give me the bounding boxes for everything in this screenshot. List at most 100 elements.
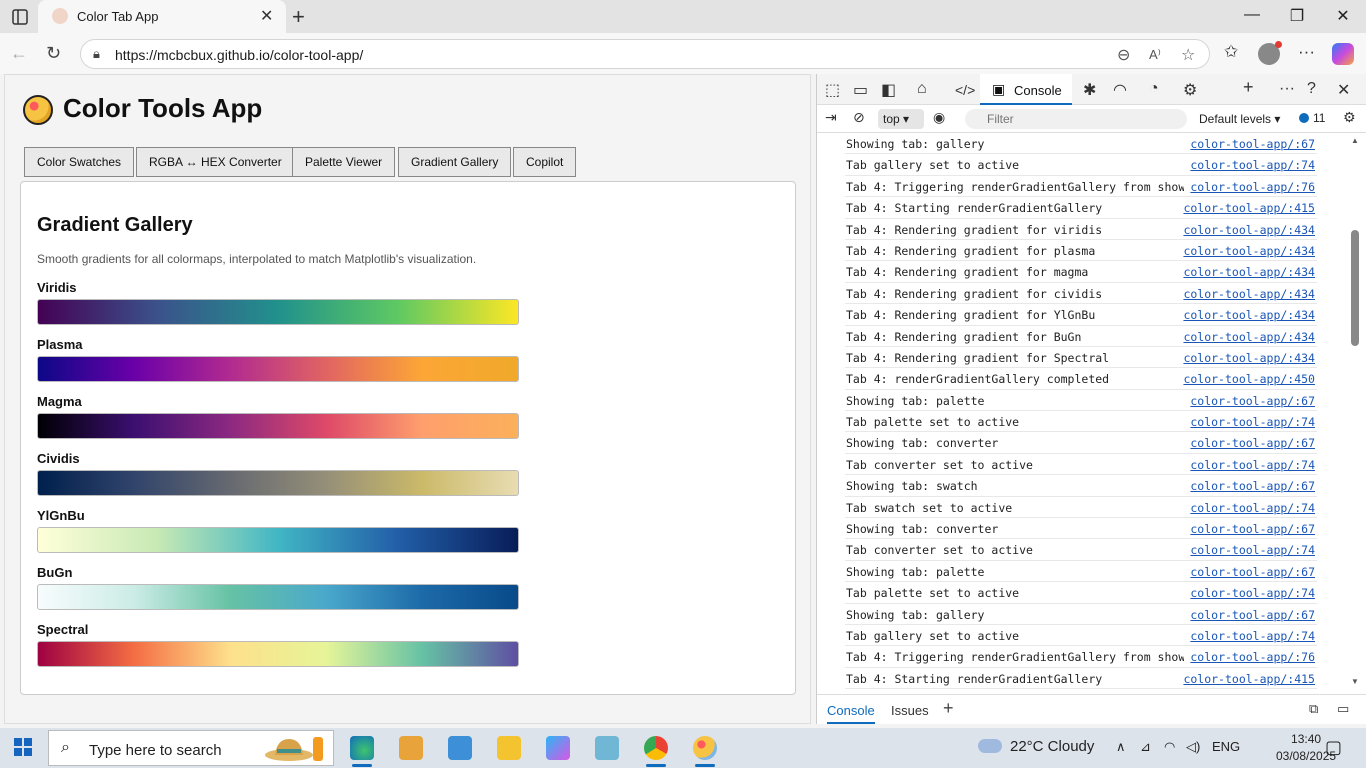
live-expression-eye-icon[interactable]: ◉ (933, 109, 945, 126)
tab-copilot[interactable]: Copilot (513, 147, 577, 177)
log-source-link[interactable]: color-tool-app/:67 (1184, 137, 1315, 151)
scrollbar-thumb[interactable] (1351, 230, 1359, 346)
url-text[interactable]: https://mcbcbux.github.io/color-tool-app… (115, 47, 363, 63)
scroll-up-icon[interactable]: ▲ (1351, 136, 1359, 145)
profile-avatar[interactable] (1258, 41, 1282, 65)
log-source-link[interactable]: color-tool-app/:67 (1184, 393, 1315, 408)
close-devtools-icon[interactable]: ✕ (1337, 80, 1350, 100)
log-source-link[interactable]: color-tool-app/:450 (1177, 372, 1315, 387)
log-source-link[interactable]: color-tool-app/:74 (1184, 158, 1315, 173)
inspect-icon[interactable]: ⬚ (825, 80, 840, 100)
log-source-link[interactable]: color-tool-app/:67 (1184, 436, 1315, 451)
elements-icon[interactable]: </> (955, 82, 975, 98)
log-source-link[interactable]: color-tool-app/:434 (1177, 350, 1315, 365)
file-explorer-icon[interactable] (497, 736, 521, 760)
log-source-link[interactable]: color-tool-app/:67 (1184, 479, 1315, 494)
restore-icon[interactable]: ❐ (1274, 6, 1320, 26)
log-source-link[interactable]: color-tool-app/:76 (1184, 650, 1315, 665)
new-tab-icon[interactable]: + (292, 4, 305, 30)
read-aloud-icon[interactable]: A⁾ (1149, 47, 1161, 63)
sidebar-toggle-icon[interactable]: ⇥ (825, 109, 837, 126)
lock-icon[interactable]: 🔒︎ (93, 46, 100, 62)
console-scrollbar[interactable]: ▲ ▼ (1348, 136, 1362, 686)
notifications-icon[interactable]: ▢ (1325, 737, 1342, 758)
wifi-icon[interactable]: ◠ (1164, 739, 1175, 755)
network-icon[interactable]: ⊿ (1140, 739, 1151, 755)
log-levels-dropdown[interactable]: Default levels ▾ (1199, 112, 1280, 126)
log-source-link[interactable]: color-tool-app/:74 (1184, 543, 1315, 558)
close-window-icon[interactable]: ✕ (1320, 6, 1366, 26)
browser-tab[interactable]: Color Tab App ✕ (38, 0, 286, 33)
drawer-add-icon[interactable]: + (943, 698, 954, 719)
context-select[interactable]: top ▾ (878, 109, 924, 129)
control-panel-icon[interactable] (448, 736, 472, 760)
clear-console-icon[interactable]: ⊘ (853, 109, 865, 126)
log-source-link[interactable]: color-tool-app/:74 (1184, 457, 1315, 472)
log-source-link[interactable]: color-tool-app/:415 (1177, 671, 1315, 686)
log-source-link[interactable]: color-tool-app/:76 (1184, 179, 1315, 194)
minimize-icon[interactable]: — (1229, 6, 1275, 24)
chrome-icon[interactable] (644, 736, 668, 767)
weather-widget[interactable]: 22°C Cloudy (978, 738, 1094, 755)
color-tools-app-icon[interactable] (693, 736, 717, 767)
favorites-icon[interactable]: ✩ (1224, 42, 1238, 62)
tab-console[interactable]: ▣ Console (980, 74, 1072, 105)
zoom-icon[interactable]: ⊖ (1117, 45, 1130, 65)
tab-rgba-hex-converter[interactable]: RGBA ↔ HEX Converter (136, 147, 295, 177)
log-message: Tab palette set to active (846, 415, 1020, 430)
volume-icon[interactable]: ◁) (1186, 739, 1200, 755)
console-settings-gear-icon[interactable]: ⚙ (1343, 109, 1356, 126)
back-icon[interactable]: ← (10, 43, 28, 64)
log-source-link[interactable]: color-tool-app/:434 (1177, 265, 1315, 280)
devtools-more-icon[interactable]: ··· (1279, 80, 1295, 98)
tab-actions-icon[interactable] (8, 7, 32, 27)
tab-color-swatches[interactable]: Color Swatches (24, 147, 135, 177)
edge-browser-icon[interactable] (350, 736, 374, 767)
taskbar-search[interactable]: ⌕ Type here to search (48, 730, 334, 766)
media-player-icon[interactable] (399, 736, 423, 760)
favorite-star-icon[interactable]: ☆ (1181, 45, 1195, 65)
show-hidden-icons-icon[interactable]: ∧ (1116, 739, 1126, 755)
log-source-link[interactable]: color-tool-app/:434 (1177, 286, 1315, 301)
performance-icon[interactable]: ◔ (1149, 80, 1159, 98)
console-log-row: Tab palette set to active color-tool-app/… (845, 411, 1317, 433)
welcome-home-icon[interactable]: ⌂ (917, 80, 927, 98)
network-wifi-icon[interactable]: ◠ (1113, 80, 1127, 100)
notepad-icon[interactable] (595, 736, 619, 760)
more-tools-add-icon[interactable]: + (1243, 77, 1254, 98)
sources-bug-icon[interactable]: ✱ (1083, 80, 1096, 100)
log-source-link[interactable]: color-tool-app/:434 (1177, 222, 1315, 237)
message-count-badge[interactable]: 11 (1299, 111, 1325, 125)
help-icon[interactable]: ? (1307, 80, 1316, 98)
scroll-down-icon[interactable]: ▼ (1351, 677, 1359, 686)
windows-start-icon[interactable] (14, 738, 32, 756)
drawer-tab-console[interactable]: Console (827, 703, 875, 724)
close-tab-icon[interactable]: ✕ (260, 6, 273, 26)
log-source-link[interactable]: color-tool-app/:67 (1184, 607, 1315, 622)
log-source-link[interactable]: color-tool-app/:415 (1177, 201, 1315, 216)
copilot-icon[interactable] (1332, 43, 1354, 65)
log-source-link[interactable]: color-tool-app/:67 (1184, 564, 1315, 579)
refresh-icon[interactable]: ↻ (46, 43, 61, 64)
filter-input[interactable] (965, 109, 1187, 129)
address-bar[interactable]: 🔒︎ https://mcbcbux.github.io/color-tool-… (80, 39, 1210, 69)
undock-drawer-icon[interactable]: ⧉ (1309, 701, 1318, 717)
dock-icon[interactable]: ◧ (881, 80, 896, 100)
language-indicator[interactable]: ENG (1212, 739, 1240, 754)
tab-gradient-gallery[interactable]: Gradient Gallery (398, 147, 512, 177)
log-source-link[interactable]: color-tool-app/:434 (1177, 243, 1315, 258)
log-source-link[interactable]: color-tool-app/:74 (1184, 586, 1315, 601)
log-source-link[interactable]: color-tool-app/:434 (1177, 329, 1315, 344)
device-toolbar-icon[interactable]: ▭ (853, 80, 868, 100)
memory-chip-icon[interactable]: ⚙ (1183, 80, 1197, 100)
collapse-drawer-icon[interactable]: ▭ (1337, 701, 1349, 717)
log-source-link[interactable]: color-tool-app/:74 (1184, 500, 1315, 515)
log-source-link[interactable]: color-tool-app/:67 (1184, 522, 1315, 537)
log-source-link[interactable]: color-tool-app/:434 (1177, 308, 1315, 323)
log-source-link[interactable]: color-tool-app/:74 (1184, 415, 1315, 430)
power-automate-icon[interactable] (546, 736, 570, 760)
tab-palette-viewer[interactable]: Palette Viewer (292, 147, 396, 177)
drawer-tab-issues[interactable]: Issues (891, 703, 929, 718)
more-menu-icon[interactable]: ··· (1298, 42, 1315, 62)
log-source-link[interactable]: color-tool-app/:74 (1184, 628, 1315, 643)
